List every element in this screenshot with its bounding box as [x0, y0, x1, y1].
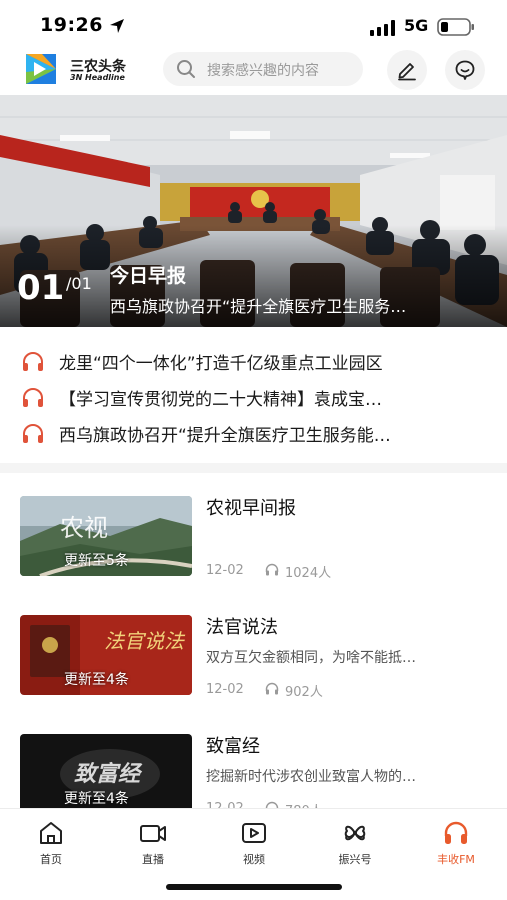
location-arrow-icon: [110, 19, 124, 33]
banner-title[interactable]: 今日早报: [110, 261, 186, 288]
audio-headline-text: 西乌旗政协召开“提升全旗医疗卫生服务能…: [59, 426, 391, 446]
app-header: 三农头条 3N Headline 搜索感兴趣的内容: [0, 48, 507, 92]
tab-label: 振兴号: [338, 853, 372, 866]
thumbnail-title: 农视: [60, 514, 108, 542]
audio-headline-item[interactable]: 【学习宣传贯彻党的二十大精神】袁成宝…: [0, 380, 507, 414]
update-count-label: 更新至4条: [64, 672, 129, 688]
edit-button[interactable]: [387, 50, 427, 90]
tab-label: 丰收FM: [437, 853, 475, 866]
banner-subtitle[interactable]: 西乌旗政协召开“提升全旗医疗卫生服务…: [110, 293, 495, 317]
listener-count-text: 1024人: [285, 566, 332, 581]
status-bar: 19:26 5G: [0, 0, 507, 48]
status-time: 19:26: [40, 14, 103, 36]
audio-headline-item[interactable]: 龙里“四个一体化”打造千亿级重点工业园区: [0, 344, 507, 378]
clover-icon: [344, 825, 366, 841]
thumbnail-title: 法官说法: [104, 629, 184, 653]
program-item[interactable]: 法官说法 更新至4条 法官说法 双方互欠金额相同，为啥不能抵… 12-02 90…: [0, 615, 507, 715]
program-date: 12-02: [206, 682, 244, 697]
program-date: 12-02: [206, 563, 244, 578]
thumbnail-title: 致富经: [74, 761, 141, 787]
program-title: 致富经: [206, 736, 260, 757]
headphones-icon: [23, 388, 43, 407]
program-thumbnail: 致富经 更新至4条: [20, 734, 192, 814]
update-count-label: 更新至4条: [64, 791, 129, 807]
program-title: 法官说法: [206, 617, 278, 638]
audio-headline-item[interactable]: 西乌旗政协召开“提升全旗医疗卫生服务能…: [0, 416, 507, 450]
program-title: 农视早间报: [206, 498, 296, 519]
program-thumbnail: 法官说法 更新至4条: [20, 615, 192, 695]
chat-bubble-icon: [455, 60, 475, 80]
search-placeholder: 搜索感兴趣的内容: [207, 63, 319, 79]
tab-harvest-fm[interactable]: 丰收FM: [421, 817, 491, 869]
headphones-icon: [265, 563, 279, 576]
tab-video[interactable]: 视频: [219, 817, 289, 869]
video-camera-icon: [140, 825, 166, 842]
search-bar[interactable]: 搜索感兴趣的内容: [163, 52, 363, 86]
cellular-signal-icon: [370, 20, 395, 36]
section-divider: [0, 463, 507, 473]
audio-headline-text: 龙里“四个一体化”打造千亿级重点工业园区: [59, 354, 383, 374]
update-count-label: 更新至5条: [64, 553, 129, 569]
pencil-icon: [398, 63, 416, 81]
network-type: 5G: [404, 16, 429, 35]
home-icon: [40, 822, 62, 844]
play-icon: [242, 823, 266, 843]
banner-total: /01: [66, 274, 92, 293]
program-description: 挖掘新时代涉农创业致富人物的…: [206, 769, 416, 785]
logo-subtext: 3N Headline: [70, 73, 125, 82]
headphones-icon: [444, 821, 468, 844]
tab-label: 视频: [243, 853, 265, 866]
tab-revitalize[interactable]: 振兴号: [320, 817, 390, 869]
program-description: 双方互欠金额相同，为啥不能抵…: [206, 650, 416, 666]
headphones-icon: [265, 682, 279, 695]
search-icon: [177, 60, 195, 78]
program-item[interactable]: 农视 更新至5条 农视早间报 12-02 1024人: [0, 496, 507, 596]
tab-live[interactable]: 直播: [118, 817, 188, 869]
audio-headline-text: 【学习宣传贯彻党的二十大精神】袁成宝…: [59, 390, 382, 410]
tab-home[interactable]: 首页: [16, 817, 86, 869]
home-indicator: [166, 884, 342, 890]
listener-count-text: 902人: [285, 685, 323, 700]
battery-icon: [437, 18, 474, 36]
tab-label: 首页: [40, 853, 62, 866]
headphones-icon: [23, 352, 43, 371]
tab-label: 直播: [142, 853, 164, 866]
banner-index: 01: [17, 268, 65, 308]
program-thumbnail: 农视 更新至5条: [20, 496, 192, 576]
headphones-icon: [23, 424, 43, 443]
messages-button[interactable]: [445, 50, 485, 90]
